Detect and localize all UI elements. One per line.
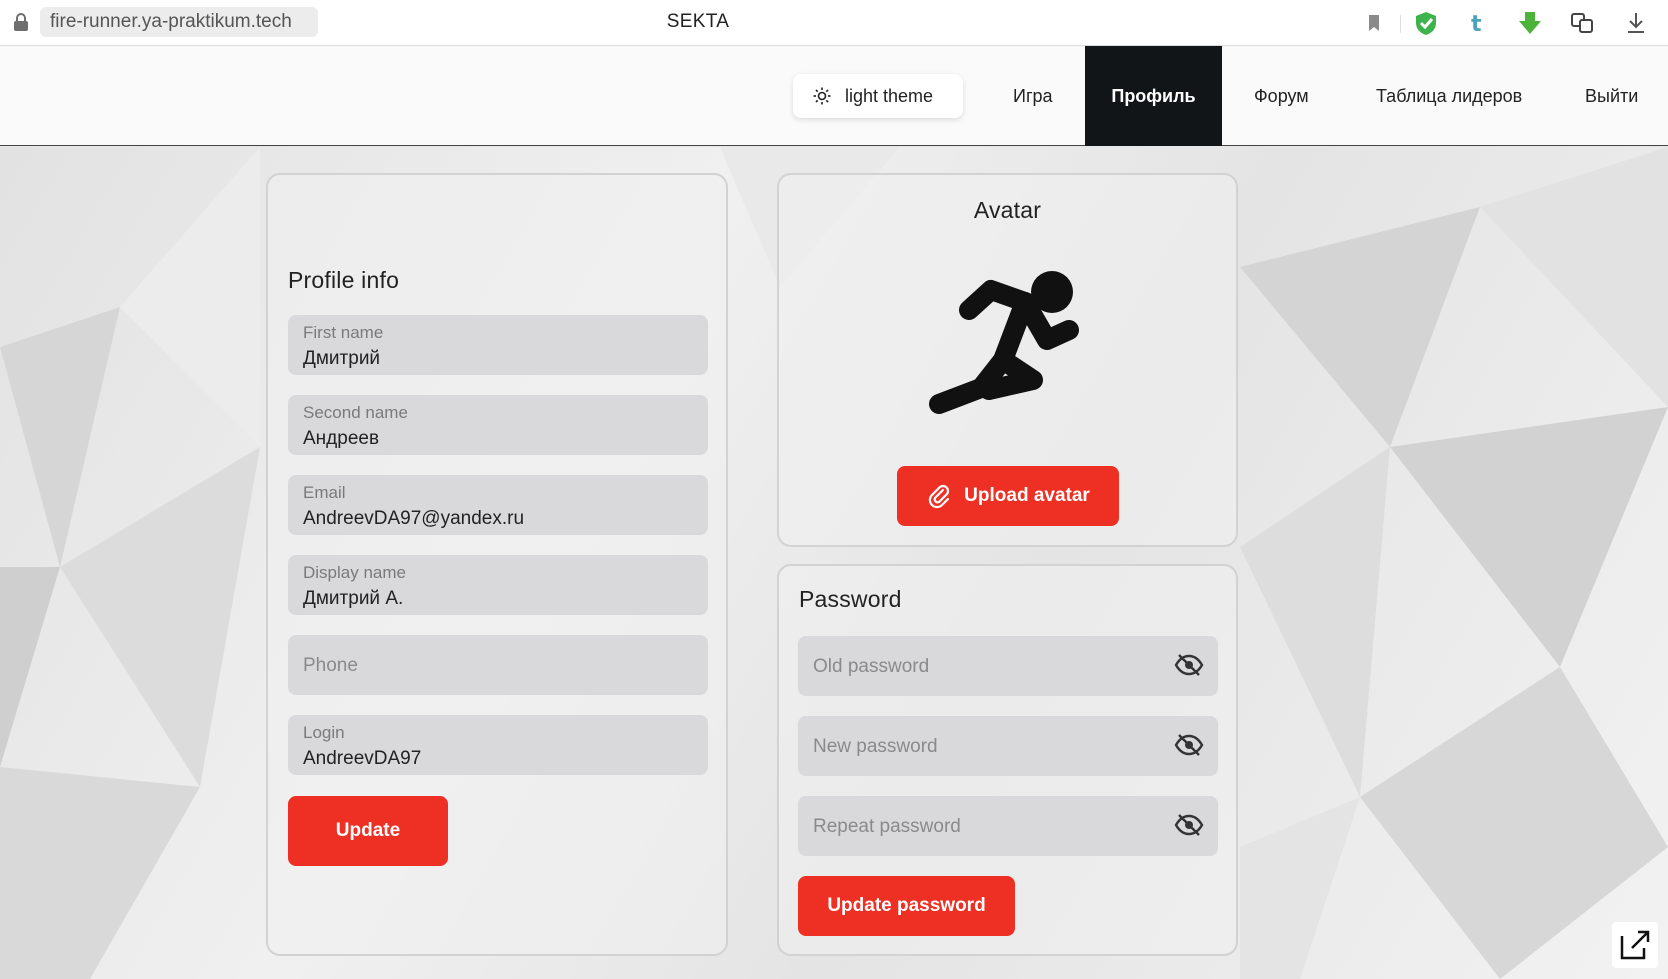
profile-card: Profile info First name Дмитрий Second n… [266, 173, 728, 956]
field-value: Дмитрий [303, 348, 381, 369]
email-field[interactable]: Email AndreevDA97@yandex.ru [288, 475, 708, 535]
new-password-field[interactable]: New password [798, 716, 1218, 776]
eye-off-icon[interactable] [1174, 652, 1204, 678]
bookmark-icon[interactable] [1360, 9, 1388, 37]
svg-text:t: t [1471, 12, 1482, 37]
theme-toggle-label: light theme [845, 85, 934, 106]
nav-item-game[interactable]: Игра [1013, 46, 1053, 146]
nav-item-forum[interactable]: Форум [1254, 46, 1309, 146]
field-value: Дмитрий А. [303, 588, 404, 609]
download-arrow-icon[interactable] [1516, 9, 1544, 37]
browser-toolbar: fire-runner.ya-praktikum.tech SEKTA t [0, 0, 1668, 46]
field-placeholder: Phone [303, 655, 358, 676]
upload-avatar-label: Upload avatar [964, 485, 1090, 506]
nav-item-logout[interactable]: Выйти [1585, 46, 1638, 146]
field-placeholder: New password [813, 736, 938, 757]
password-card: Password Old password New password Repea… [777, 564, 1238, 956]
field-label: Display name [303, 563, 406, 582]
nav-item-profile[interactable]: Профиль [1085, 46, 1222, 146]
old-password-field[interactable]: Old password [798, 636, 1218, 696]
field-value: AndreevDA97 [303, 748, 422, 769]
repeat-password-field[interactable]: Repeat password [798, 796, 1218, 856]
update-profile-button[interactable]: Update [288, 796, 448, 866]
first-name-field[interactable]: First name Дмитрий [288, 315, 708, 375]
avatar-title: Avatar [973, 197, 1042, 223]
runner-icon [929, 271, 1079, 414]
field-label: First name [303, 323, 384, 342]
site-header: light theme Игра Профиль Форум Таблица л… [0, 46, 1668, 146]
field-label: Login [303, 723, 345, 742]
translate-icon[interactable] [1568, 9, 1596, 37]
field-label: Email [303, 483, 346, 502]
theme-toggle-button[interactable]: light theme [793, 74, 963, 118]
field-placeholder: Old password [813, 656, 930, 677]
field-label: Second name [303, 403, 408, 422]
sun-icon [813, 87, 831, 105]
display-name-field[interactable]: Display name Дмитрий А. [288, 555, 708, 615]
shield-check-icon[interactable] [1412, 9, 1440, 37]
eye-off-icon[interactable] [1174, 812, 1204, 838]
profile-title: Profile info [288, 267, 400, 293]
tumblr-icon[interactable]: t [1464, 9, 1492, 37]
field-value: AndreevDA97@yandex.ru [303, 508, 525, 529]
page-title: SEKTA [666, 11, 730, 32]
avatar-card: Avatar Upload avatar [777, 173, 1238, 547]
upload-avatar-button[interactable]: Upload avatar [897, 466, 1119, 526]
second-name-field[interactable]: Second name Андреев [288, 395, 708, 455]
phone-field[interactable]: Phone [288, 635, 708, 695]
eye-off-icon[interactable] [1174, 732, 1204, 758]
update-password-button[interactable]: Update password [798, 876, 1015, 936]
login-field[interactable]: Login AndreevDA97 [288, 715, 708, 775]
nav-item-leaderboard[interactable]: Таблица лидеров [1376, 46, 1522, 146]
paperclip-icon [929, 484, 950, 509]
password-title: Password [799, 586, 902, 612]
downloads-icon[interactable] [1622, 9, 1650, 37]
field-placeholder: Repeat password [813, 816, 961, 837]
external-link-icon[interactable] [1612, 922, 1658, 968]
field-value: Андреев [303, 428, 380, 449]
